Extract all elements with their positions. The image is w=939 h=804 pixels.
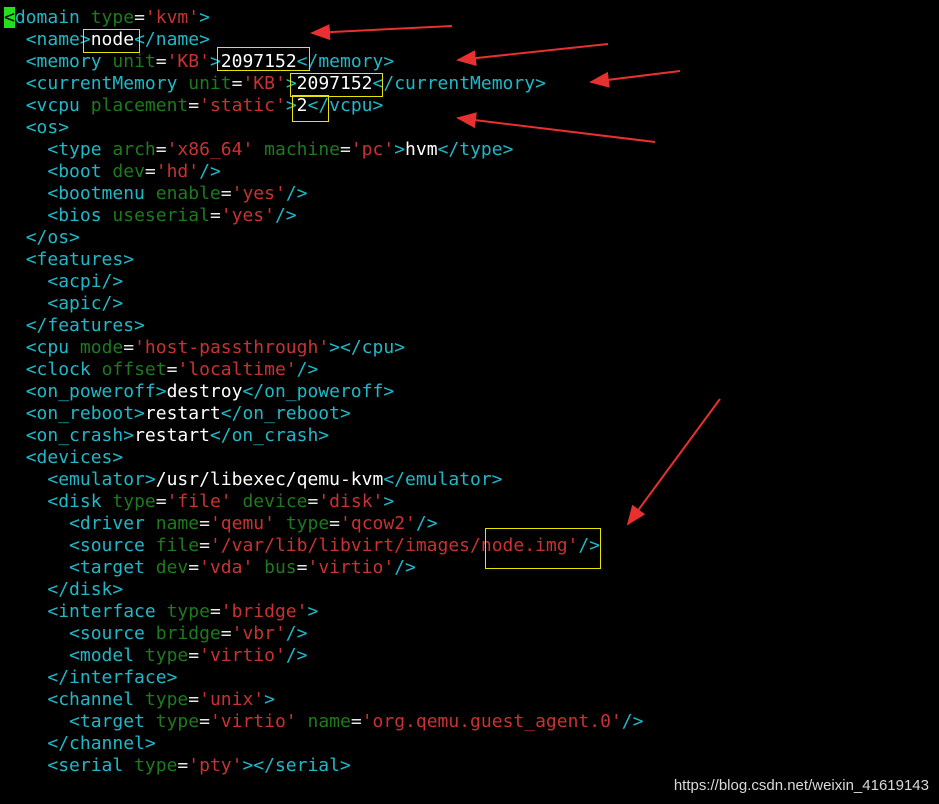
- arrow-to-memory: [456, 43, 609, 67]
- arrow-to-name: [310, 24, 453, 41]
- annotation-arrows: [310, 24, 721, 526]
- arrow-to-vcpu: [456, 112, 656, 143]
- watermark: https://blog.csdn.net/weixin_41619143: [673, 777, 929, 794]
- terminal-window[interactable]: <domain type='kvm'> <name>node</name> <m…: [0, 0, 939, 804]
- arrow-to-current-memory: [589, 70, 681, 88]
- arrow-to-disk-image: [626, 398, 721, 526]
